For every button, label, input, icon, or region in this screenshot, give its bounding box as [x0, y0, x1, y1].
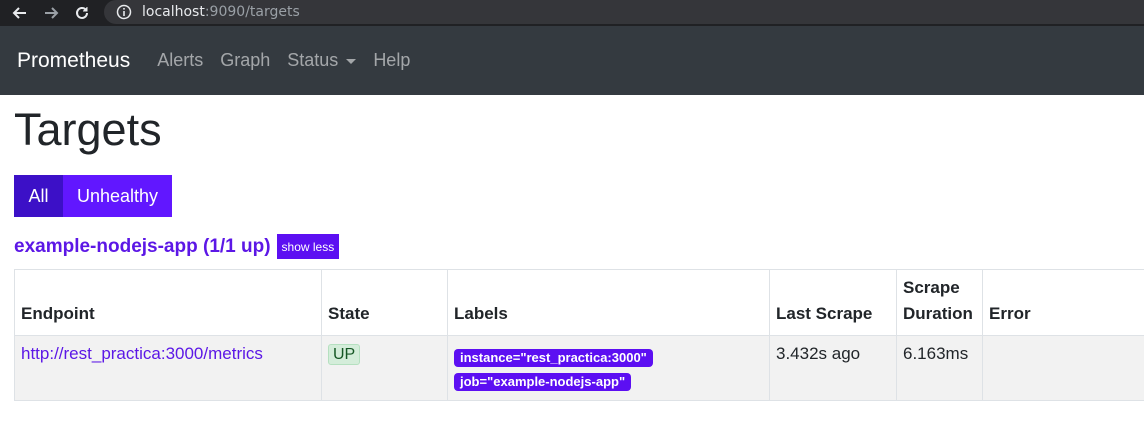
show-less-button[interactable]: show less: [276, 234, 340, 259]
last-scrape-cell: 3.432s ago: [769, 335, 897, 401]
forward-icon[interactable]: [40, 2, 62, 24]
nav-help[interactable]: Help: [373, 50, 410, 71]
browser-toolbar: localhost:9090/targets: [0, 0, 1144, 26]
filter-unhealthy-button[interactable]: Unhealthy: [63, 175, 172, 217]
state-cell: UP: [321, 335, 448, 401]
filter-all-button[interactable]: All: [14, 175, 63, 217]
url-text: localhost:9090/targets: [142, 4, 300, 20]
chevron-down-icon: [346, 59, 357, 64]
targets-table: Endpoint State Labels Last Scrape Scrape…: [14, 269, 1144, 401]
back-icon[interactable]: [9, 2, 31, 24]
scrape-duration-cell: 6.163ms: [896, 335, 983, 401]
error-cell: [982, 335, 1144, 401]
column-header-labels: Labels: [447, 269, 770, 336]
scrape-duration-line2: Duration: [903, 304, 973, 323]
reload-icon[interactable]: [71, 2, 93, 24]
site-info-icon[interactable]: [116, 4, 132, 20]
pool-title-link[interactable]: example-nodejs-app (1/1 up): [14, 236, 271, 258]
table-row: http://rest_practica:3000/metrics UP ins…: [14, 335, 1144, 401]
brand-link[interactable]: Prometheus: [17, 49, 130, 73]
labels-cell: instance="rest_practica:3000" job="examp…: [447, 335, 770, 401]
label-badge-job: job="example-nodejs-app": [454, 373, 632, 391]
page-title: Targets: [14, 104, 162, 155]
column-header-last-scrape: Last Scrape: [769, 269, 897, 336]
endpoint-cell: http://rest_practica:3000/metrics: [14, 335, 322, 401]
column-header-error: Error: [982, 269, 1144, 336]
column-header-scrape-duration: Scrape Duration: [896, 269, 983, 336]
status-badge: UP: [328, 344, 361, 365]
endpoint-link[interactable]: http://rest_practica:3000/metrics: [21, 344, 263, 363]
scrape-duration-line1: Scrape: [903, 278, 960, 297]
nav-status-dropdown[interactable]: Status: [287, 50, 357, 71]
url-host: localhost: [142, 4, 205, 20]
address-bar[interactable]: localhost:9090/targets: [104, 0, 1144, 24]
url-path: :9090/targets: [204, 4, 300, 20]
nav-alerts[interactable]: Alerts: [157, 50, 203, 71]
nav-status-label: Status: [287, 50, 339, 70]
pool-header: example-nodejs-app (1/1 up) show less: [14, 234, 340, 259]
column-header-state: State: [321, 269, 448, 336]
table-header-row: Endpoint State Labels Last Scrape Scrape…: [14, 269, 1144, 336]
nav-graph[interactable]: Graph: [220, 50, 270, 71]
top-navbar: Prometheus Alerts Graph Status Help: [0, 26, 1144, 95]
column-header-endpoint: Endpoint: [14, 269, 322, 336]
filter-button-group: All Unhealthy: [14, 175, 172, 217]
label-badge-instance: instance="rest_practica:3000": [454, 349, 653, 367]
